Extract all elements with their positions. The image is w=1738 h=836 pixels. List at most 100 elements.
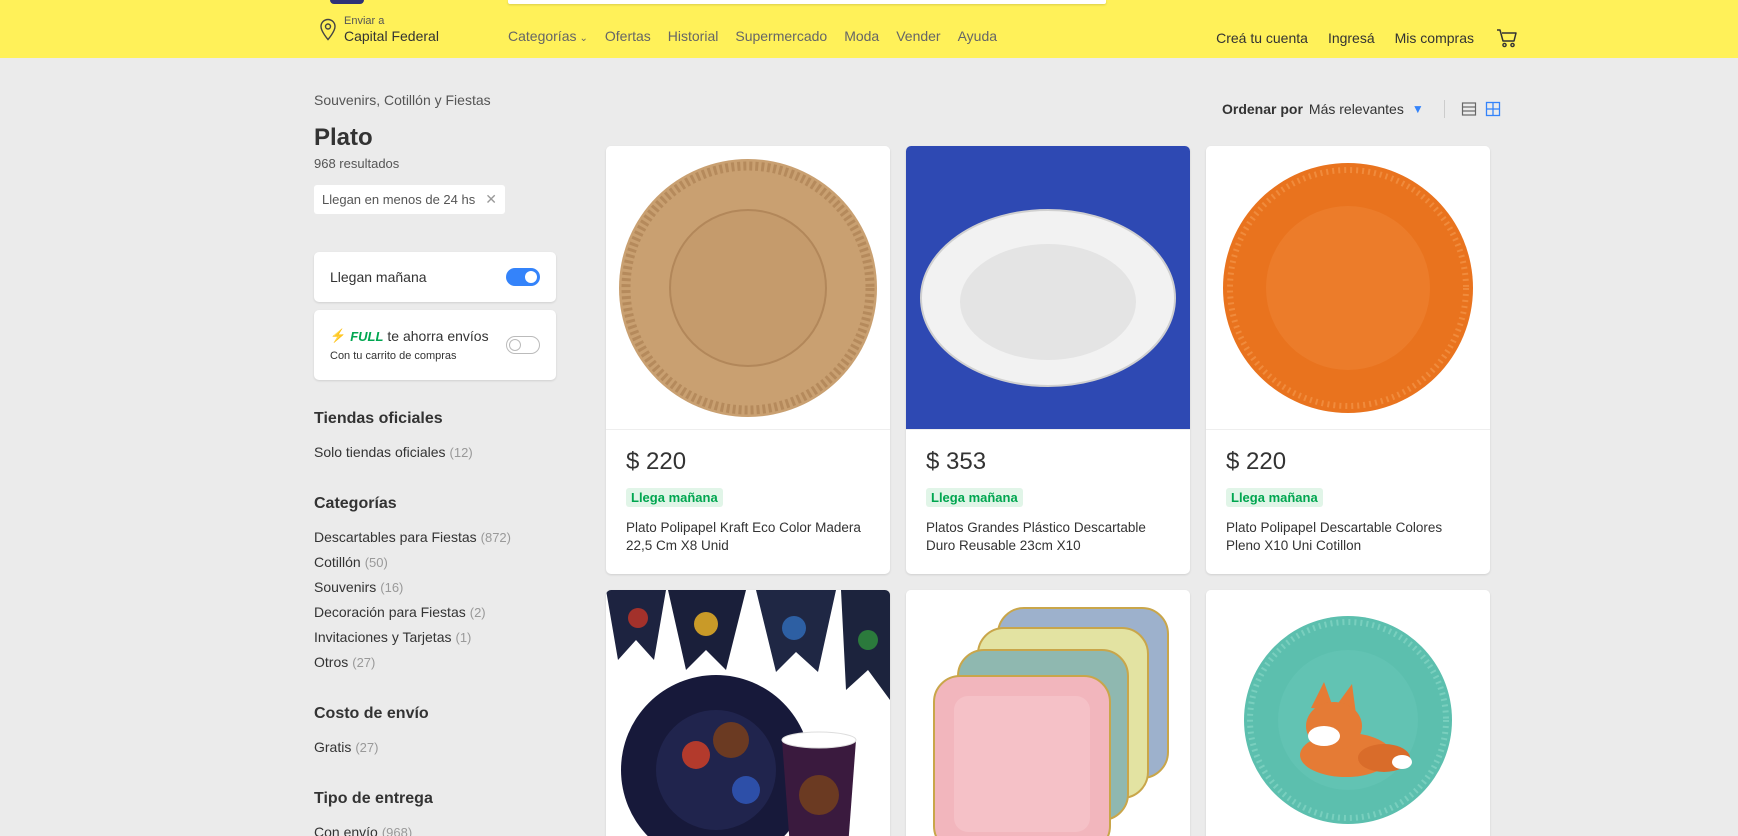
nav-supermercado[interactable]: Supermercado — [735, 28, 827, 44]
product-card[interactable] — [1206, 590, 1490, 836]
product-card[interactable]: $ 353 Llega mañana Platos Grandes Plásti… — [906, 146, 1190, 574]
filter-section-title: Tipo de entrega — [314, 790, 433, 807]
filter-option[interactable]: Souvenirs (16) — [314, 575, 558, 600]
filter-section: Costo de envío Gratis (27) — [314, 705, 558, 760]
close-icon[interactable]: ✕ — [485, 191, 497, 208]
tomorrow-toggle-card: Llegan mañana — [314, 252, 556, 302]
sort-dropdown[interactable]: Más relevantes — [1309, 101, 1404, 117]
product-price: $ 353 — [926, 448, 987, 475]
divider — [1443, 100, 1445, 118]
filter-option[interactable]: Gratis (27) — [314, 735, 558, 760]
product-image — [606, 146, 890, 430]
filter-option[interactable]: Con envío (968) — [314, 820, 558, 836]
location-selector[interactable]: Enviar a Capital Federal — [318, 15, 439, 45]
kraft-plate-image — [606, 146, 890, 429]
login-link[interactable]: Ingresá — [1328, 30, 1375, 46]
filter-option[interactable]: Invitaciones y Tarjetas (1) — [314, 625, 558, 650]
filter-option-count: (50) — [364, 555, 388, 570]
header: Enviar a Capital Federal Categorías ⌄ Ofe… — [0, 0, 1738, 58]
full-text: te ahorra envíos — [387, 328, 489, 344]
nav-categorias[interactable]: Categorías ⌄ — [508, 28, 588, 44]
fox-plate-image — [1206, 590, 1490, 836]
product-card[interactable] — [606, 590, 890, 836]
toggle-label: Llegan mañana — [330, 269, 427, 285]
nav-vender[interactable]: Vender — [896, 28, 940, 44]
product-image — [906, 146, 1190, 430]
themed-party-set-image — [606, 590, 890, 836]
filter-option[interactable]: Solo tiendas oficiales (12) — [314, 440, 558, 465]
filter-option[interactable]: Descartables para Fiestas (872) — [314, 525, 558, 550]
filter-option-label: Invitaciones y Tarjetas — [314, 629, 452, 645]
filter-option-count: (16) — [380, 580, 404, 595]
filter-option-count: (872) — [480, 530, 511, 545]
account-nav: Creá tu cuenta Ingresá Mis compras — [1216, 28, 1518, 48]
filter-option-label: Solo tiendas oficiales — [314, 444, 446, 460]
filter-section-title: Tiendas oficiales — [314, 410, 443, 427]
filter-option-count: (27) — [352, 655, 376, 670]
results-count: 968 resultados — [314, 156, 400, 171]
create-account-link[interactable]: Creá tu cuenta — [1216, 30, 1308, 46]
chip-label: Llegan en menos de 24 hs — [322, 192, 476, 207]
filter-section: Tiendas oficiales Solo tiendas oficiales(… — [314, 410, 558, 465]
product-image — [906, 590, 1190, 836]
nav-historial[interactable]: Historial — [668, 28, 719, 44]
nav-ayuda[interactable]: Ayuda — [958, 28, 997, 44]
breadcrumb[interactable]: Souvenirs, Cotillón y Fiestas — [314, 92, 558, 108]
filter-option[interactable]: Otros (27) — [314, 650, 558, 675]
product-grid: $ 220 Llega mañana Plato Polipapel Kraft… — [606, 146, 1490, 836]
sort-bar: Ordenar por Más relevantes ▼ — [1222, 100, 1509, 118]
full-toggle-card: ⚡ FULL te ahorra envíos Con tu carrito d… — [314, 310, 556, 380]
filter-section: Tipo de entrega Con envío (968) — [314, 790, 558, 836]
location-value: Capital Federal — [344, 28, 439, 44]
chevron-down-icon[interactable]: ▼ — [1412, 102, 1424, 116]
product-card[interactable]: $ 220 Llega mañana Plato Polipapel Desca… — [1206, 146, 1490, 574]
filter-option[interactable]: Cotillón (50) — [314, 550, 558, 575]
filter-section-title: Costo de envío — [314, 705, 429, 722]
full-toggle[interactable] — [506, 336, 540, 354]
toggle-knob — [525, 271, 537, 283]
cart-icon[interactable] — [1496, 28, 1518, 48]
filters-sidebar: Souvenirs, Cotillón y Fiestas Plato 968 … — [314, 92, 558, 836]
filter-option-count: (12) — [449, 445, 473, 460]
lightning-icon: ⚡ — [330, 328, 347, 343]
product-card[interactable]: $ 220 Llega mañana Plato Polipapel Kraft… — [606, 146, 890, 574]
nav-moda[interactable]: Moda — [844, 28, 879, 44]
filter-option-count: (968) — [381, 825, 413, 836]
filter-option-label: Con envío — [314, 824, 378, 836]
my-purchases-link[interactable]: Mis compras — [1395, 30, 1474, 46]
product-title[interactable]: Plato Polipapel Descartable Colores Plen… — [1226, 519, 1470, 555]
applied-filter-chip[interactable]: Llegan en menos de 24 hs ✕ — [314, 185, 505, 214]
filter-option-label: Decoración para Fiestas — [314, 604, 466, 620]
product-image — [1206, 590, 1490, 836]
list-view-icon[interactable] — [1461, 101, 1477, 117]
delivery-badge: Llega mañana — [1226, 488, 1323, 507]
toggle-knob — [509, 339, 521, 351]
grid-view-icon[interactable] — [1485, 101, 1501, 117]
search-input[interactable] — [508, 0, 1106, 4]
product-image — [606, 590, 890, 836]
filter-sections: Tiendas oficiales Solo tiendas oficiales(… — [314, 410, 558, 836]
filter-option-label: Descartables para Fiestas — [314, 529, 477, 545]
logo[interactable] — [330, 0, 364, 4]
full-logo: FULL — [350, 328, 384, 344]
product-title[interactable]: Platos Grandes Plástico Descartable Duro… — [926, 519, 1170, 555]
product-price: $ 220 — [626, 448, 687, 475]
filter-option-label: Gratis — [314, 739, 352, 755]
product-price: $ 220 — [1226, 448, 1287, 475]
product-card[interactable] — [906, 590, 1190, 836]
filter-option-count: (27) — [355, 740, 379, 755]
filter-option[interactable]: Decoración para Fiestas (2) — [314, 600, 558, 625]
full-subtext: Con tu carrito de compras — [330, 350, 457, 362]
nav-ofertas[interactable]: Ofertas — [605, 28, 651, 44]
nav-categorias-label: Categorías — [508, 28, 577, 44]
filter-option-label: Souvenirs — [314, 579, 377, 595]
filter-section: Categorías Descartables para Fiestas (872)… — [314, 495, 558, 675]
pastel-plates-image — [906, 590, 1190, 836]
location-label: Enviar a — [344, 15, 385, 27]
sort-label: Ordenar por — [1222, 101, 1303, 117]
location-pin-icon — [320, 18, 336, 41]
product-title[interactable]: Plato Polipapel Kraft Eco Color Madera 2… — [626, 519, 870, 555]
tomorrow-toggle[interactable] — [506, 268, 540, 286]
orange-plate-image — [1206, 146, 1490, 429]
chevron-down-icon: ⌄ — [579, 33, 588, 44]
